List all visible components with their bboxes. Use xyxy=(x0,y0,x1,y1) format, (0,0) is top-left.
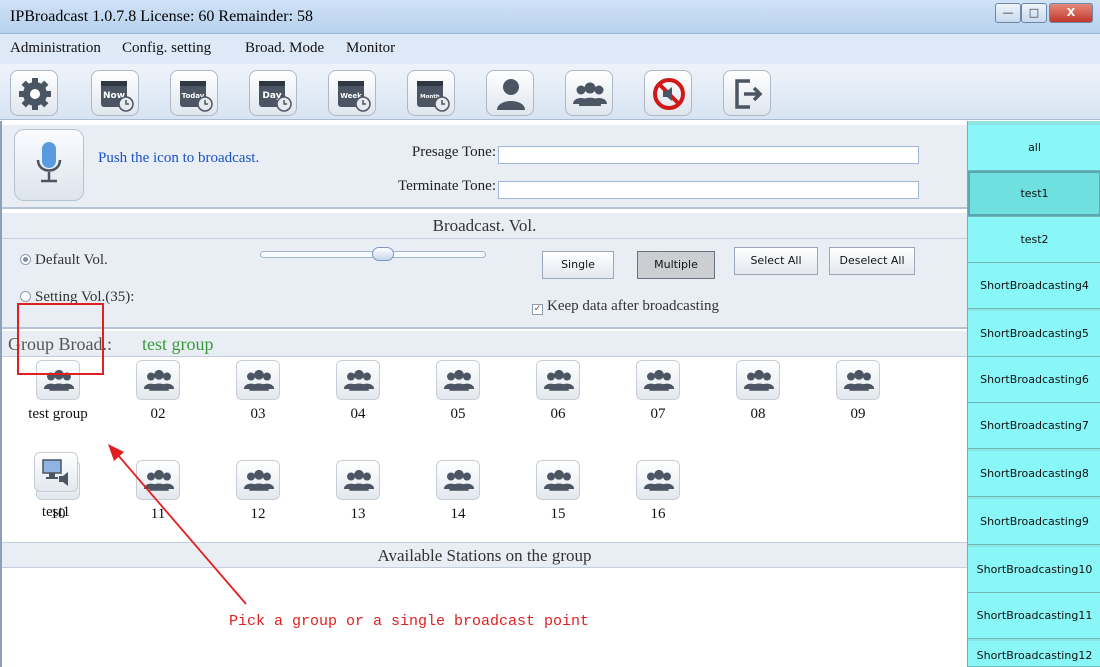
sidebar-item[interactable]: ShortBroadcasting10 xyxy=(968,547,1100,593)
station-sidebar: all test1 test2 ShortBroadcasting4 ShortBroa… xyxy=(967,121,1100,667)
annotation-text: Pick a group or a single broadcast point xyxy=(229,613,590,630)
sidebar-item[interactable]: test2 xyxy=(968,217,1100,263)
sidebar-item[interactable]: all xyxy=(968,125,1100,171)
sidebar-item[interactable]: ShortBroadcasting6 xyxy=(968,357,1100,403)
sidebar-item[interactable]: ShortBroadcasting4 xyxy=(968,263,1100,309)
sidebar-item[interactable]: test1 xyxy=(968,171,1100,217)
sidebar-item[interactable]: ShortBroadcasting8 xyxy=(968,451,1100,497)
sidebar-item[interactable]: ShortBroadcasting7 xyxy=(968,403,1100,449)
annotation-arrow xyxy=(108,444,247,605)
sidebar-item[interactable]: ShortBroadcasting9 xyxy=(968,499,1100,545)
sidebar-item[interactable]: ShortBroadcasting5 xyxy=(968,311,1100,357)
sidebar-item[interactable]: ShortBroadcasting12 xyxy=(968,641,1100,667)
sidebar-item[interactable]: ShortBroadcasting11 xyxy=(968,593,1100,639)
